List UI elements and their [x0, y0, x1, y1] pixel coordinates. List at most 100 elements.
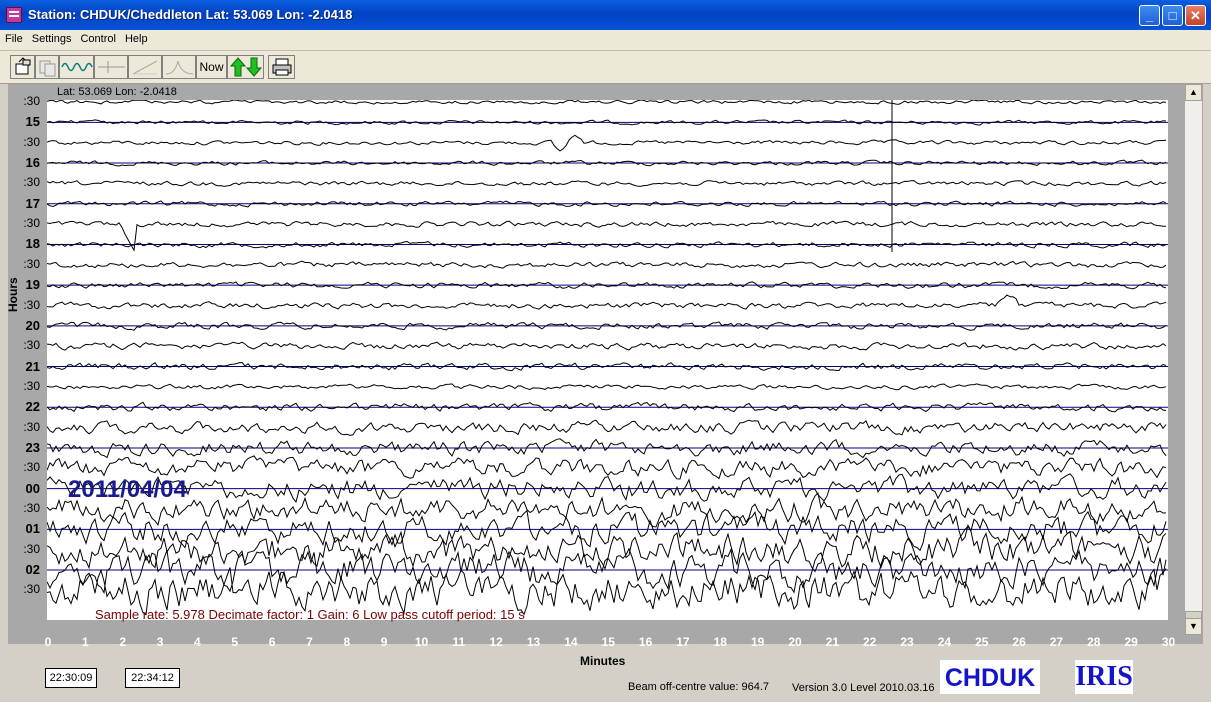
print-button[interactable]: [268, 55, 295, 79]
hour-label: 00: [25, 480, 40, 496]
x-tick-label: 3: [156, 635, 164, 649]
x-tick-label: 24: [937, 635, 952, 649]
station-logo: CHDUK: [939, 659, 1041, 695]
hour-label: :30: [23, 134, 40, 149]
x-tick-label: 10: [414, 635, 429, 649]
seismic-trace: [47, 260, 1167, 269]
x-tick-label: 29: [1124, 635, 1138, 649]
hour-label: :30: [23, 216, 40, 231]
iris-logo: IRIS: [1075, 660, 1133, 694]
vertical-scrollbar[interactable]: ▲ ▼: [1185, 84, 1202, 635]
status-text: Sample rate: 5.978 Decimate factor: 1 Ga…: [95, 607, 525, 622]
x-tick-label: 23: [900, 635, 914, 649]
window-title: Station: CHDUK/Cheddleton Lat: 53.069 Lo…: [28, 7, 353, 22]
hour-label: :30: [23, 256, 40, 271]
hour-label: 20: [25, 317, 40, 333]
up-down-arrows-icon: [229, 57, 263, 77]
scroll-arrows-button[interactable]: [227, 55, 264, 79]
x-tick-label: 22: [863, 635, 877, 649]
x-tick-label: 7: [306, 635, 313, 649]
hour-label: 23: [25, 439, 40, 455]
waveform-icon: [61, 62, 93, 72]
title-bar: Station: CHDUK/Cheddleton Lat: 53.069 Lo…: [0, 0, 1211, 30]
seismic-trace: [47, 100, 1167, 105]
seismic-trace: [47, 492, 1167, 528]
hour-label: 21: [25, 358, 40, 374]
copy-button[interactable]: [35, 55, 59, 79]
date-label: 2011/04/04: [68, 476, 187, 503]
seismogram-plot[interactable]: [47, 100, 1168, 620]
seismic-trace: [47, 180, 1167, 187]
hour-label: :30: [23, 541, 40, 556]
x-tick-label: 6: [268, 635, 276, 649]
hour-label: :30: [23, 94, 40, 108]
hour-label: :30: [23, 419, 40, 434]
scroll-down-icon[interactable]: ▼: [1185, 618, 1202, 635]
seismic-trace: [47, 220, 1166, 252]
version-text: Version 3.0 Level 2010.03.16: [792, 682, 935, 694]
seismic-trace: [47, 547, 1167, 595]
x-tick-label: 21: [825, 635, 840, 649]
x-tick-label: 26: [1012, 635, 1026, 649]
x-tick-label: 28: [1087, 635, 1101, 649]
x-tick-label: 19: [750, 635, 765, 649]
now-button[interactable]: Now: [196, 55, 227, 79]
ramp-icon: [132, 60, 158, 75]
hour-label: 01: [25, 521, 40, 537]
menu-bar: File Settings Control Help: [0, 30, 1211, 51]
waveform-button[interactable]: [59, 55, 94, 79]
peak-icon: [165, 60, 194, 75]
x-tick-label: 5: [231, 635, 239, 649]
seismic-trace: [47, 473, 1167, 504]
hour-label: :30: [23, 501, 40, 515]
x-tick-label: 30: [1161, 635, 1176, 649]
filter-icon: [98, 61, 125, 73]
seismic-trace: [47, 525, 1167, 573]
x-tick-label: 1: [82, 635, 89, 649]
x-tick-label: 17: [676, 635, 690, 649]
seismic-trace: [47, 419, 1167, 436]
menu-help[interactable]: Help: [120, 30, 152, 45]
x-tick-label: 18: [713, 635, 727, 649]
x-tick-label: 4: [194, 635, 201, 649]
menu-file[interactable]: File: [0, 30, 27, 45]
hour-label: :30: [23, 582, 40, 597]
seismic-trace: [47, 294, 1167, 310]
menu-control[interactable]: Control: [75, 30, 119, 45]
hour-label: :30: [23, 460, 40, 475]
x-tick-label: 16: [638, 635, 653, 649]
x-tick-label: 13: [526, 635, 541, 649]
minimize-button[interactable]: _: [1139, 5, 1160, 26]
plot-header: Lat: 53.069 Lon: -2.0418: [57, 86, 177, 98]
x-tick-label: 12: [489, 635, 503, 649]
x-tick-label: 15: [601, 635, 615, 649]
beam-status: Beam off-centre value: 964.7: [628, 681, 770, 693]
start-time-field: 22:30:09: [45, 668, 97, 688]
hour-label: 15: [25, 114, 40, 130]
menu-settings[interactable]: Settings: [27, 30, 76, 45]
x-tick-label: 27: [1049, 635, 1064, 649]
seismic-trace: [47, 341, 1167, 351]
scroll-up-icon[interactable]: ▲: [1185, 84, 1202, 101]
seismic-trace: [47, 134, 1167, 152]
end-time-field: 22:34:12: [125, 668, 180, 688]
x-tick-label: 9: [380, 635, 388, 649]
ramp-button[interactable]: [128, 55, 162, 79]
hour-label: :30: [23, 175, 40, 190]
copy-icon: [39, 60, 56, 77]
x-tick-label: 11: [452, 635, 466, 649]
maximize-button[interactable]: □: [1162, 5, 1183, 26]
hour-label: :30: [23, 378, 40, 393]
close-button[interactable]: ✕: [1185, 5, 1206, 26]
filter-button[interactable]: [94, 55, 128, 79]
hour-label: 18: [25, 236, 40, 252]
y-axis-label: Hours: [6, 277, 20, 312]
open-file-button[interactable]: [10, 55, 35, 79]
x-tick-label: 0: [44, 635, 52, 649]
hour-label: 02: [25, 562, 40, 578]
peak-button[interactable]: [162, 55, 196, 79]
hour-label: :30: [23, 338, 40, 353]
seismic-trace: [47, 455, 1167, 480]
x-tick-label: 14: [564, 635, 578, 649]
x-tick-label: 8: [343, 635, 351, 649]
